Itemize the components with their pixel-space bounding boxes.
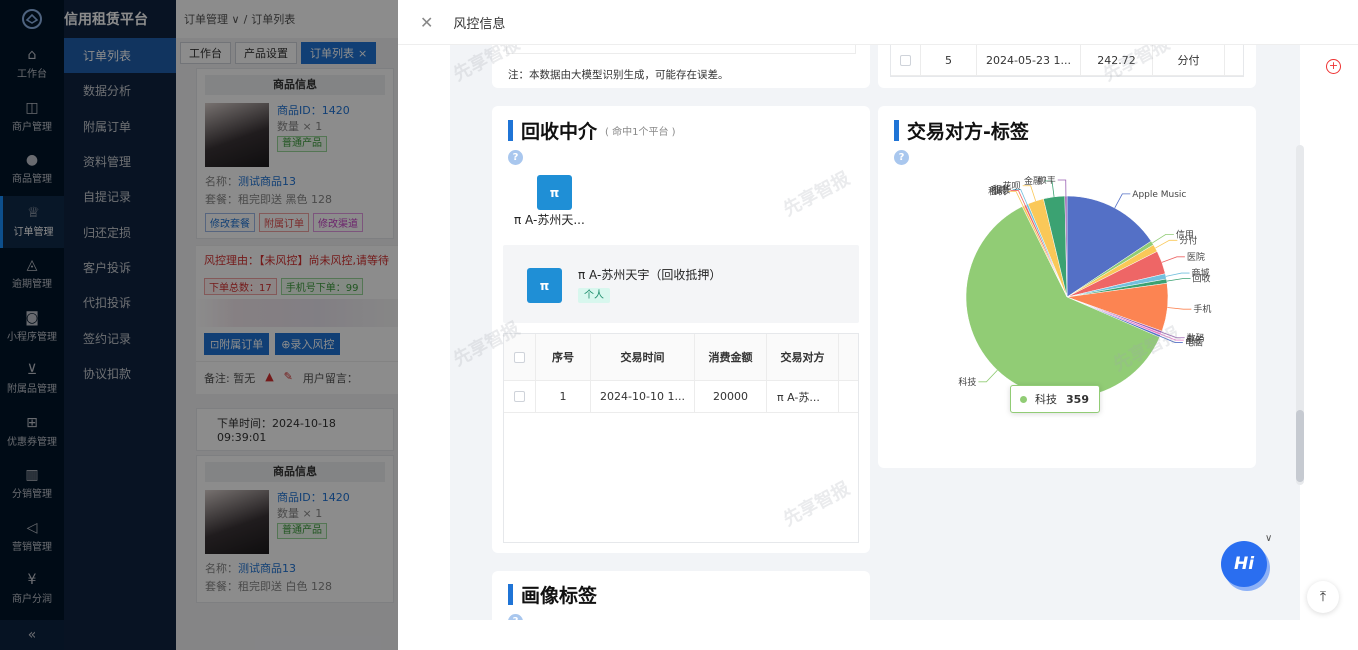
ai-disclaimer-note: 注：本数据由大模型识别生成，可能存在误差。 <box>508 69 729 81</box>
row-checkbox[interactable] <box>900 54 911 66</box>
pi-logo-icon: π <box>527 268 562 303</box>
row-time: 2024-05-23 1... <box>977 45 1081 75</box>
risk-drawer: ✕ 风控信息 注：本数据由大模型识别生成，可能存在误差。 5 2024-05-2… <box>398 0 1358 650</box>
row-no: 1 <box>536 381 591 412</box>
portrait-tags-panel: 画像标签 ? <box>492 571 870 620</box>
pie-leader-line <box>1167 307 1192 310</box>
title-bar <box>508 120 513 141</box>
pie-leader-line <box>978 369 998 383</box>
pi-logo-icon: π <box>537 175 572 210</box>
col-party: 交易对方 <box>767 334 839 380</box>
row-party: 分付 <box>1153 45 1225 75</box>
pie-label: 分付 <box>1179 235 1197 246</box>
col-no: 序号 <box>536 334 591 380</box>
row-checkbox[interactable] <box>514 391 525 402</box>
table-row: 5 2024-05-23 1... 242.72 分付 <box>891 45 1243 76</box>
platform-card[interactable]: π π A-苏州天宇（回收抵押） 个人 <box>503 245 859 323</box>
modal-overlay[interactable] <box>0 0 398 650</box>
pie-leader-line <box>1161 256 1185 263</box>
drawer-body: 注：本数据由大模型识别生成，可能存在误差。 5 2024-05-23 1... … <box>450 45 1300 620</box>
pie-label: Apple Music <box>1132 190 1186 200</box>
chart-tooltip: 科技 359 <box>1010 385 1100 413</box>
pie-leader-line <box>1161 331 1185 339</box>
chevron-down-icon[interactable]: ∨ <box>1265 533 1272 544</box>
platform-full-name: π A-苏州天宇（回收抵押） <box>578 268 722 282</box>
row-no: 5 <box>921 45 977 75</box>
help-icon[interactable]: ? <box>508 614 523 620</box>
row-time: 2024-10-10 1... <box>591 381 695 412</box>
help-icon[interactable]: ? <box>508 150 523 165</box>
recycle-subtitle: ( 命中1个平台 ) <box>605 127 676 138</box>
pie-label: 顺丰 <box>1038 176 1056 186</box>
pie-label: 医院 <box>1187 251 1205 263</box>
portrait-title: 画像标签 <box>521 585 598 607</box>
recycle-title: 回收中介 <box>521 121 598 143</box>
add-icon[interactable]: + <box>1326 59 1341 74</box>
platform-short-name: π A-苏州天... <box>514 213 585 227</box>
pie-leader-line <box>1057 179 1067 197</box>
pie-leader-line <box>1152 233 1174 244</box>
tooltip-label: 科技 <box>1035 393 1057 406</box>
help-icon[interactable]: ? <box>894 150 909 165</box>
recycle-agent-panel: 回收中介 ( 命中1个平台 ) ? π π A-苏州天... π π A-苏州天… <box>492 106 870 553</box>
scrollbar-thumb[interactable] <box>1296 410 1304 482</box>
pie-leader-line <box>1160 333 1184 341</box>
drawer-scrollbar[interactable] <box>1296 145 1304 485</box>
drawer-title: 风控信息 <box>453 16 506 32</box>
pie-label: 回收 <box>1193 273 1211 285</box>
pie-label: 花呗 <box>1003 180 1021 192</box>
pie-label: 科技 <box>958 376 976 388</box>
counterparty-tags-panel: 交易对方-标签 ? Apple Music 信用 分付 医院 商城 回收 手机 数码 电子 电脑科… <box>878 106 1256 468</box>
select-all-checkbox[interactable] <box>514 351 525 363</box>
pie-leader-line <box>1010 190 1026 206</box>
col-amount: 消费金额 <box>695 334 767 380</box>
row-amount: 20000 <box>695 381 767 412</box>
table-header: 序号 交易时间 消费金额 交易对方 <box>504 334 858 381</box>
counterparty-title: 交易对方-标签 <box>907 121 1029 143</box>
title-bar <box>508 584 513 605</box>
back-to-top-button[interactable]: ⤒ <box>1307 581 1339 613</box>
row-party: π A-苏... <box>767 381 839 412</box>
pie-leader-line <box>1159 335 1183 343</box>
tooltip-value: 359 <box>1066 392 1089 406</box>
pie-label: 电脑 <box>1185 336 1203 348</box>
pie-leader-line <box>1114 193 1131 209</box>
table-row[interactable]: 1 2024-10-10 1... 20000 π A-苏... <box>504 381 858 413</box>
close-icon[interactable]: ✕ <box>420 13 433 32</box>
col-time: 交易时间 <box>591 334 695 380</box>
pie-leader-line <box>1155 239 1178 249</box>
recycle-table: 序号 交易时间 消费金额 交易对方 1 2024-10-10 1... 2000… <box>503 333 859 543</box>
pie-label: 手机 <box>1193 303 1211 315</box>
pie-leader-line <box>1166 278 1191 282</box>
title-bar <box>894 120 899 141</box>
counterparty-pie-chart: Apple Music信用分付医院商城回收手机数码电子电脑科技租机租物租赁花呗金… <box>958 176 1211 399</box>
row-amount: 242.72 <box>1081 45 1153 75</box>
pie-leader-line <box>1165 272 1190 277</box>
platform-type-tag: 个人 <box>578 288 610 303</box>
chat-hi-button[interactable]: Hi <box>1221 541 1267 587</box>
